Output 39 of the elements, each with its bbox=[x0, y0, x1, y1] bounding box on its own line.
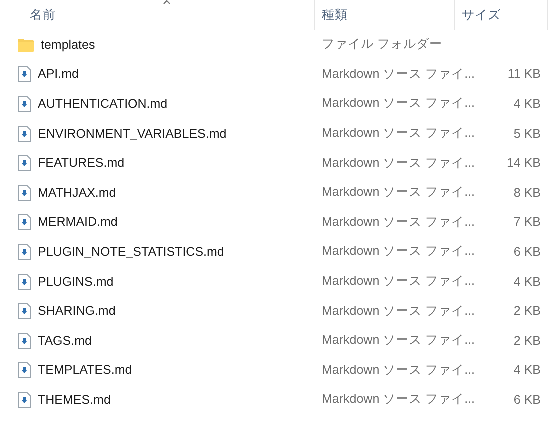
file-size: 2 KB bbox=[514, 304, 541, 318]
file-size: 2 KB bbox=[514, 334, 541, 348]
file-type: Markdown ソース ファイ... bbox=[322, 274, 476, 288]
file-size: 6 KB bbox=[514, 392, 541, 407]
file-name[interactable]: AUTHENTICATION.md bbox=[38, 96, 168, 111]
file-name[interactable]: PLUGINS.md bbox=[38, 274, 114, 289]
file-size: 8 KB bbox=[514, 186, 541, 200]
file-name[interactable]: templates bbox=[41, 38, 96, 52]
file-type: Markdown ソース ファイ... bbox=[322, 304, 476, 318]
file-type: Markdown ソース ファイ... bbox=[322, 392, 476, 406]
file-name[interactable]: PLUGIN_NOTE_STATISTICS.md bbox=[38, 244, 224, 259]
sort-icon bbox=[163, 0, 171, 5]
file-type: ファイル フォルダー bbox=[322, 37, 442, 52]
file-size: 6 KB bbox=[514, 244, 541, 259]
file-type: Markdown ソース ファイ... bbox=[322, 96, 476, 110]
file-size: 7 KB bbox=[514, 215, 541, 230]
file-type: Markdown ソース ファイ... bbox=[322, 244, 476, 258]
file-size: 14 KB bbox=[506, 156, 541, 170]
file-size: 4 KB bbox=[514, 363, 541, 378]
file-name[interactable]: SHARING.md bbox=[38, 304, 116, 318]
file-name[interactable]: TEMPLATES.md bbox=[38, 363, 132, 378]
file-size: 11 KB bbox=[508, 67, 541, 82]
file-name[interactable]: ENVIRONMENT_VARIABLES.md bbox=[38, 126, 227, 141]
file-size: 4 KB bbox=[514, 274, 541, 289]
file-name[interactable]: TAGS.md bbox=[38, 334, 92, 348]
file-type: Markdown ソース ファイ... bbox=[322, 214, 476, 229]
file-size: 5 KB bbox=[514, 126, 541, 141]
file-type: Markdown ソース ファイ... bbox=[322, 156, 476, 170]
file-name[interactable]: MERMAID.md bbox=[38, 215, 118, 230]
file-size: 4 KB bbox=[514, 96, 541, 111]
file-name[interactable]: FEATURES.md bbox=[38, 156, 125, 170]
file-type: Markdown ソース ファイ... bbox=[322, 126, 476, 140]
file-name[interactable]: API.md bbox=[38, 67, 79, 82]
file-name[interactable]: MATHJAX.md bbox=[38, 186, 116, 200]
file-name[interactable]: THEMES.md bbox=[38, 392, 111, 407]
file-type: Markdown ソース ファイ... bbox=[322, 66, 476, 81]
file-type: Markdown ソース ファイ... bbox=[322, 185, 476, 200]
file-type: Markdown ソース ファイ... bbox=[322, 333, 476, 348]
file-type: Markdown ソース ファイ... bbox=[322, 362, 476, 377]
